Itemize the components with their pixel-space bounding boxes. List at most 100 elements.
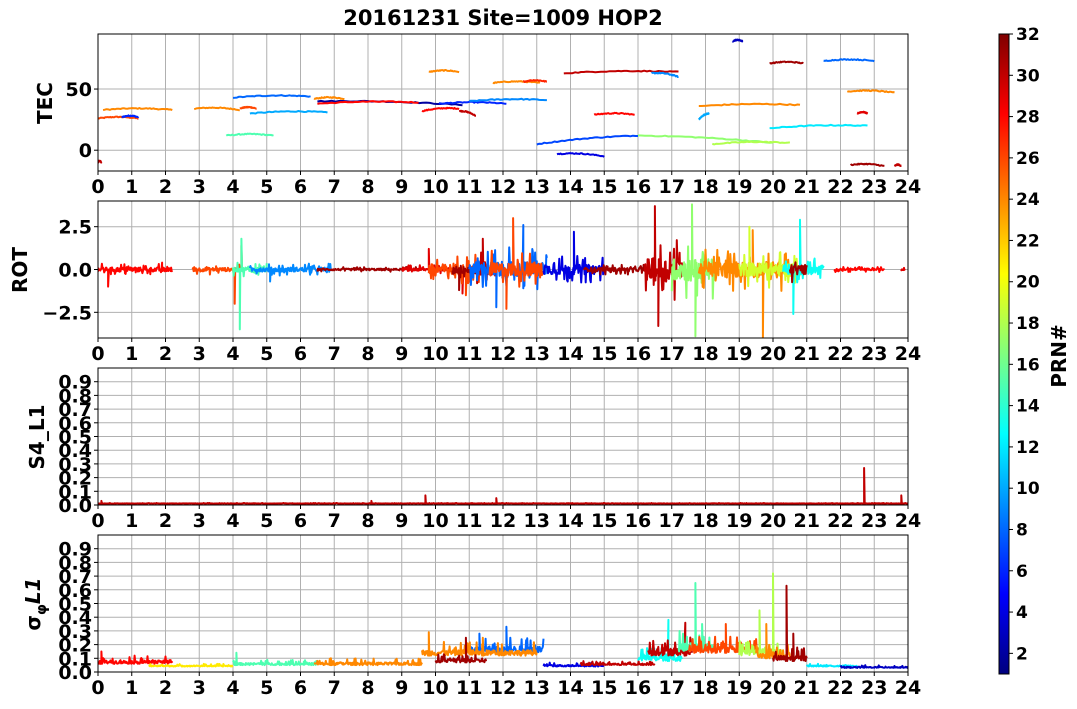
series-prn-26 bbox=[239, 105, 258, 110]
colorbar-tick-label: 26 bbox=[1016, 149, 1040, 169]
series-prn-29 bbox=[856, 110, 869, 115]
x-tick-label: 3 bbox=[193, 176, 206, 198]
colorbar-tick-label: 14 bbox=[1016, 397, 1040, 417]
y-axis-label: S4_L1 bbox=[25, 405, 49, 470]
y-axis-label: TEC bbox=[33, 82, 57, 124]
x-tick-label: 7 bbox=[328, 677, 341, 699]
x-tick-label: 8 bbox=[361, 176, 374, 198]
x-tick-label: 21 bbox=[794, 176, 820, 198]
x-tick-label: 16 bbox=[625, 510, 651, 532]
x-tick-label: 19 bbox=[726, 343, 752, 365]
series-prn-24 bbox=[698, 102, 801, 107]
x-tick-label: 19 bbox=[726, 510, 752, 532]
series-prn-4 bbox=[542, 230, 605, 284]
series-prn-28 bbox=[833, 266, 886, 273]
series-prn-9 bbox=[469, 97, 547, 102]
x-tick-label: 21 bbox=[794, 510, 820, 532]
y-axis-label: σφL1 bbox=[21, 577, 50, 630]
y-tick-label: 50 bbox=[66, 79, 92, 101]
x-tick-label: 10 bbox=[422, 677, 448, 699]
colorbar-tick-label: 16 bbox=[1016, 355, 1040, 375]
x-tick-label: 17 bbox=[659, 510, 685, 532]
x-tick-label: 12 bbox=[490, 176, 516, 198]
colorbar-tick-label: 8 bbox=[1016, 520, 1028, 540]
x-tick-label: 24 bbox=[895, 510, 921, 532]
series-prn-26 bbox=[488, 217, 545, 310]
x-tick-label: 11 bbox=[456, 510, 482, 532]
x-tick-label: 16 bbox=[625, 677, 651, 699]
colorbar-tick-label: 6 bbox=[1016, 562, 1028, 582]
y-tick-label: 0.9 bbox=[58, 539, 92, 561]
x-tick-label: 4 bbox=[226, 677, 239, 699]
x-tick-label: 20 bbox=[760, 176, 786, 198]
x-tick-label: 4 bbox=[226, 343, 239, 365]
x-tick-label: 7 bbox=[328, 343, 341, 365]
series-prn-3 bbox=[731, 38, 744, 43]
x-tick-label: 23 bbox=[861, 343, 887, 365]
x-tick-label: 22 bbox=[827, 510, 853, 532]
x-tick-label: 15 bbox=[591, 510, 617, 532]
x-tick-label: 15 bbox=[591, 176, 617, 198]
x-tick-label: 9 bbox=[395, 510, 408, 532]
colorbar-tick-label: 2 bbox=[1016, 644, 1028, 664]
x-tick-label: 15 bbox=[591, 677, 617, 699]
x-tick-label: 24 bbox=[895, 176, 921, 198]
x-tick-label: 12 bbox=[490, 677, 516, 699]
x-tick-label: 7 bbox=[328, 176, 341, 198]
colorbar-tick-label: 32 bbox=[1016, 25, 1040, 45]
series-prn-10 bbox=[697, 112, 710, 121]
x-tick-label: 0 bbox=[91, 176, 104, 198]
x-tick-label: 13 bbox=[524, 343, 550, 365]
x-tick-label: 18 bbox=[692, 176, 718, 198]
series-prn-4 bbox=[556, 152, 605, 158]
x-tick-label: 13 bbox=[524, 510, 550, 532]
x-tick-label: 5 bbox=[260, 510, 273, 532]
series-prn-8 bbox=[823, 58, 875, 63]
x-tick-label: 20 bbox=[760, 343, 786, 365]
x-tick-label: 10 bbox=[422, 510, 448, 532]
series-prn-26 bbox=[191, 244, 245, 305]
x-tick-label: 13 bbox=[524, 176, 550, 198]
x-tick-label: 5 bbox=[260, 343, 273, 365]
y-tick-label: 0.9 bbox=[58, 372, 92, 394]
series-prn-7 bbox=[536, 134, 638, 146]
x-tick-label: 1 bbox=[125, 677, 138, 699]
series-prn-19 bbox=[738, 225, 801, 289]
x-tick-label: 2 bbox=[159, 343, 172, 365]
x-tick-label: 11 bbox=[456, 677, 482, 699]
colorbar-tick-label: 28 bbox=[1016, 108, 1040, 128]
x-tick-label: 4 bbox=[226, 176, 239, 198]
x-tick-label: 16 bbox=[625, 343, 651, 365]
x-tick-label: 16 bbox=[625, 176, 651, 198]
colorbar-tick-label: 18 bbox=[1016, 314, 1040, 334]
figure: 20161231 Site=1009 HOP2 0 1 2 3 4 5 6 7 8 9 10 11 12… bbox=[8, 6, 1071, 699]
series-prn-6 bbox=[438, 100, 507, 105]
colorbar-tick-label: 20 bbox=[1016, 273, 1040, 293]
x-tick-label: 1 bbox=[125, 343, 138, 365]
x-tick-label: 17 bbox=[659, 176, 685, 198]
x-tick-label: 14 bbox=[557, 677, 583, 699]
series-prn-28 bbox=[421, 106, 460, 113]
colorbar-tick-label: 30 bbox=[1016, 66, 1040, 86]
series-prn-24 bbox=[102, 107, 173, 112]
series-prn-28 bbox=[98, 650, 174, 665]
x-tick-label: 11 bbox=[456, 343, 482, 365]
x-tick-label: 2 bbox=[159, 510, 172, 532]
series-prn-24 bbox=[846, 89, 895, 94]
x-tick-label: 22 bbox=[827, 343, 853, 365]
x-tick-label: 17 bbox=[659, 677, 685, 699]
x-tick-label: 4 bbox=[226, 510, 239, 532]
series-prn-28 bbox=[593, 111, 635, 116]
x-tick-label: 6 bbox=[294, 343, 307, 365]
x-tick-label: 8 bbox=[361, 343, 374, 365]
x-tick-label: 23 bbox=[861, 176, 887, 198]
x-tick-label: 1 bbox=[125, 176, 138, 198]
series-prn-9 bbox=[248, 262, 332, 283]
x-tick-label: 3 bbox=[193, 510, 206, 532]
x-tick-label: 6 bbox=[294, 510, 307, 532]
series-prn-29 bbox=[900, 266, 906, 272]
x-tick-label: 13 bbox=[524, 677, 550, 699]
x-tick-label: 11 bbox=[456, 176, 482, 198]
series-prn-9 bbox=[651, 71, 679, 78]
x-tick-label: 18 bbox=[692, 343, 718, 365]
